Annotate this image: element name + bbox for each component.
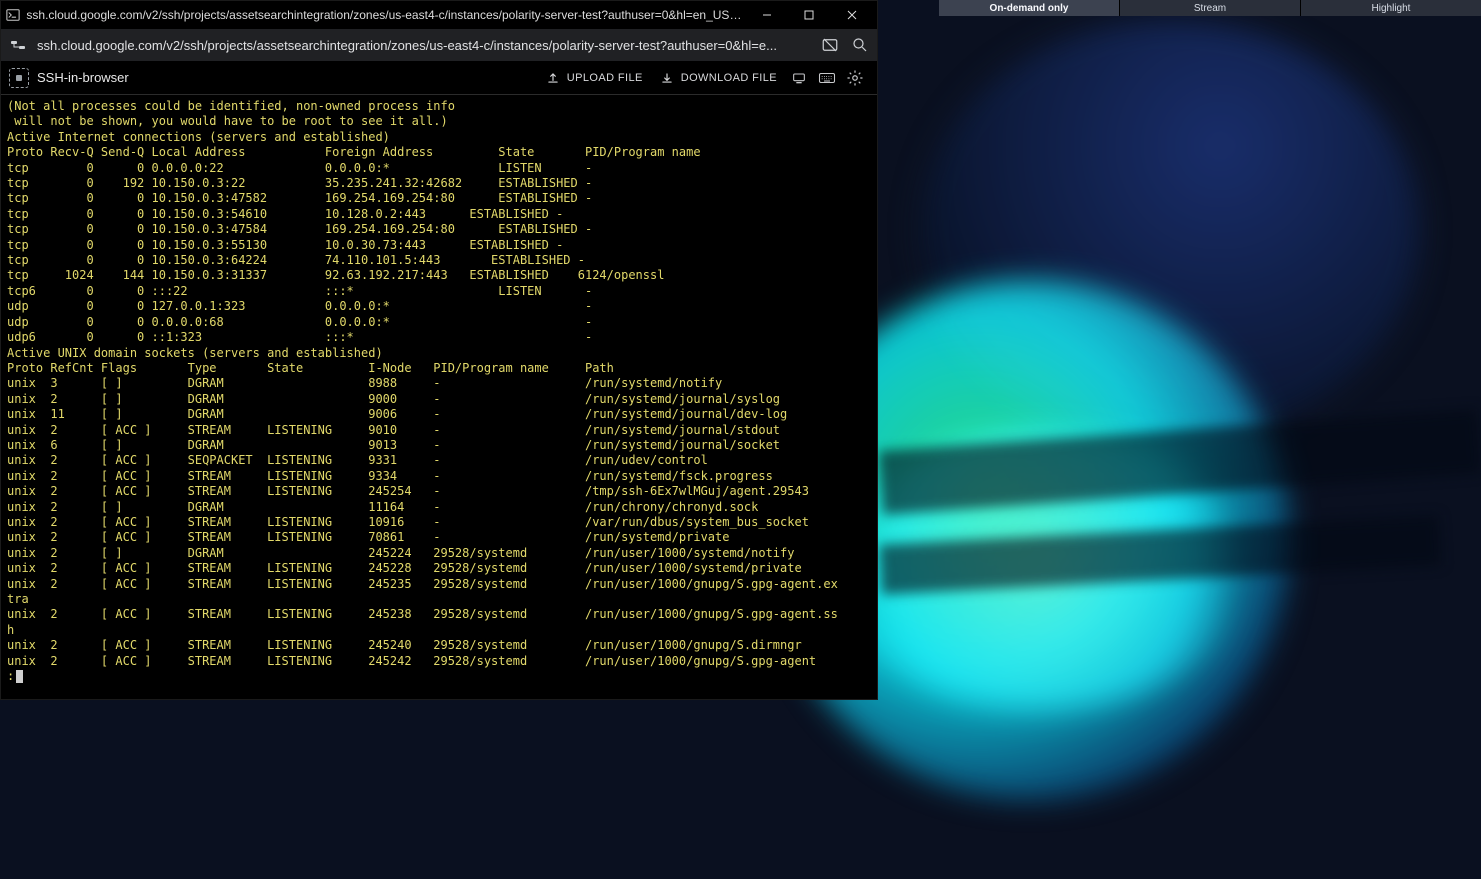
ssh-protocol-icon bbox=[7, 34, 29, 56]
right-panel-tabs: On-demand only Stream Highlight bbox=[939, 0, 1481, 16]
minimize-button[interactable] bbox=[746, 1, 788, 29]
product-text: SSH-in-browser bbox=[37, 70, 129, 85]
terminal[interactable]: (Not all processes could be identified, … bbox=[1, 95, 877, 699]
tab-on-demand[interactable]: On-demand only bbox=[939, 0, 1120, 16]
install-app-icon[interactable] bbox=[819, 34, 841, 56]
terminal-output: (Not all processes could be identified, … bbox=[7, 99, 838, 668]
download-file-button[interactable]: DOWNLOAD FILE bbox=[651, 66, 785, 90]
settings-button[interactable] bbox=[841, 64, 869, 92]
ssh-window: ssh.cloud.google.com/v2/ssh/projects/ass… bbox=[0, 0, 878, 700]
upload-file-button[interactable]: UPLOAD FILE bbox=[537, 66, 651, 90]
zoom-icon[interactable] bbox=[849, 34, 871, 56]
maximize-button[interactable] bbox=[788, 1, 830, 29]
product-label: SSH-in-browser bbox=[9, 68, 129, 88]
url-text[interactable]: ssh.cloud.google.com/v2/ssh/projects/ass… bbox=[37, 38, 811, 53]
reconnect-button[interactable] bbox=[785, 64, 813, 92]
tab-highlight[interactable]: Highlight bbox=[1301, 0, 1481, 16]
titlebar[interactable]: ssh.cloud.google.com/v2/ssh/projects/ass… bbox=[1, 1, 877, 29]
window-title: ssh.cloud.google.com/v2/ssh/projects/ass… bbox=[26, 8, 746, 22]
terminal-cursor bbox=[16, 670, 23, 683]
ssh-toolbar: SSH-in-browser UPLOAD FILE DOWNLOAD FILE bbox=[1, 61, 877, 95]
upload-label: UPLOAD FILE bbox=[567, 72, 643, 84]
keyboard-button[interactable] bbox=[813, 64, 841, 92]
product-icon bbox=[9, 68, 29, 88]
terminal-icon bbox=[5, 7, 20, 23]
close-button[interactable] bbox=[831, 1, 873, 29]
terminal-prompt: : bbox=[7, 669, 14, 684]
upload-icon bbox=[545, 70, 561, 86]
tab-stream[interactable]: Stream bbox=[1120, 0, 1301, 16]
download-label: DOWNLOAD FILE bbox=[681, 72, 777, 84]
address-bar: ssh.cloud.google.com/v2/ssh/projects/ass… bbox=[1, 29, 877, 61]
download-icon bbox=[659, 70, 675, 86]
